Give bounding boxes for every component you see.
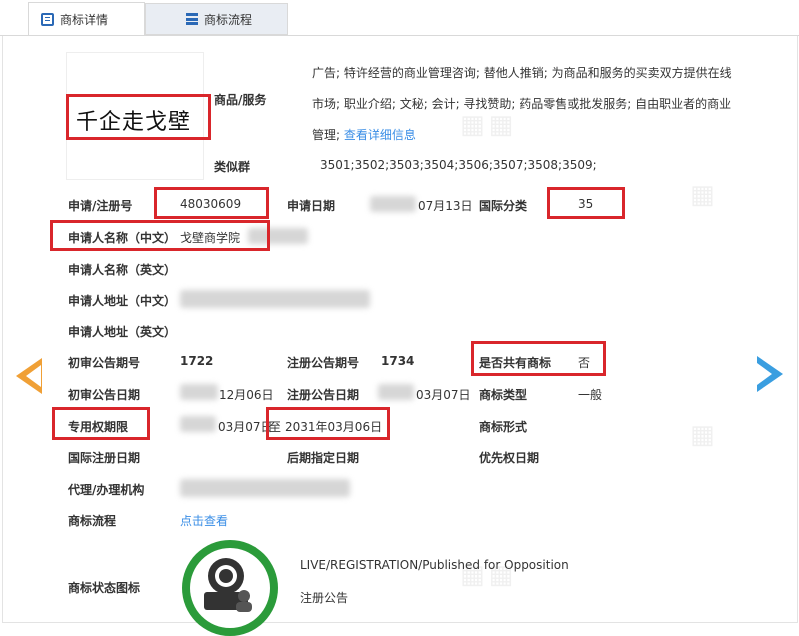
certificate-icon	[204, 558, 252, 612]
app-date-value: 07月13日	[418, 199, 473, 213]
goods-text: 广告; 特许经营的商业管理咨询; 替他人推销; 为商品和服务的买卖双方提供在线市…	[312, 58, 742, 151]
redacted-value	[378, 384, 414, 400]
prelim-no-label: 初审公告期号	[68, 356, 141, 370]
applicant-en-label: 申请人名称（英文）	[68, 263, 177, 277]
next-arrow-inner	[757, 363, 772, 385]
reg-pub-date-label: 注册公告日期	[287, 388, 360, 402]
tm-type-value: 一般	[578, 388, 603, 402]
tab-bar: 商标详情 商标流程	[0, 0, 799, 36]
highlight-box	[547, 187, 625, 219]
highlight-box	[471, 341, 606, 376]
flow-label: 商标流程	[68, 514, 117, 528]
reg-pub-no-value: 1734	[381, 354, 415, 368]
highlight-box	[66, 94, 211, 140]
priority-label: 优先权日期	[479, 451, 540, 465]
redacted-value	[180, 479, 350, 497]
prelim-no-value: 1722	[180, 354, 214, 368]
later-date-label: 后期指定日期	[287, 451, 360, 465]
similar-group-label: 类似群	[214, 160, 251, 174]
status-cn: 注册公告	[300, 591, 349, 605]
tm-form-label: 商标形式	[479, 420, 528, 434]
prev-arrow-inner	[26, 365, 41, 387]
prelim-date-label: 初审公告日期	[68, 388, 141, 402]
tab-detail-label: 商标详情	[60, 13, 109, 27]
address-cn-label: 申请人地址（中文）	[68, 294, 177, 308]
highlight-box	[154, 187, 269, 219]
watermark: ▦	[690, 420, 719, 450]
tab-trademark-flow[interactable]: 商标流程	[145, 3, 288, 35]
status-en: LIVE/REGISTRATION/Published for Oppositi…	[300, 558, 569, 572]
agent-label: 代理/办理机构	[68, 483, 145, 497]
reg-no-label: 申请/注册号	[68, 199, 133, 213]
view-flow-link[interactable]: 点击查看	[180, 512, 228, 529]
redacted-value	[180, 416, 216, 432]
document-icon	[41, 13, 54, 26]
reg-pub-date-value: 03月07日	[416, 388, 471, 402]
intl-reg-date-label: 国际注册日期	[68, 451, 141, 465]
tm-type-label: 商标类型	[479, 388, 528, 402]
view-details-link[interactable]: 查看详细信息	[344, 128, 416, 142]
similar-group-value: 3501;3502;3503;3504;3506;3507;3508;3509;	[320, 158, 597, 172]
watermark: ▦	[690, 180, 719, 210]
list-icon	[186, 13, 198, 25]
intl-class-label: 国际分类	[479, 199, 528, 213]
reg-pub-no-label: 注册公告期号	[287, 356, 360, 370]
redacted-value	[180, 290, 370, 308]
highlight-box	[50, 220, 270, 251]
highlight-box	[266, 407, 390, 440]
highlight-box	[52, 407, 150, 440]
prelim-date-value: 12月06日	[219, 388, 274, 402]
goods-label: 商品/服务	[214, 93, 267, 107]
status-label: 商标状态图标	[68, 581, 141, 595]
app-date-label: 申请日期	[287, 199, 336, 213]
tab-trademark-detail[interactable]: 商标详情	[28, 2, 145, 36]
redacted-value	[370, 196, 416, 212]
address-en-label: 申请人地址（英文）	[68, 325, 177, 339]
tab-flow-label: 商标流程	[204, 12, 253, 27]
redacted-value	[180, 384, 218, 400]
exclusive-start: 03月07日	[218, 420, 273, 434]
